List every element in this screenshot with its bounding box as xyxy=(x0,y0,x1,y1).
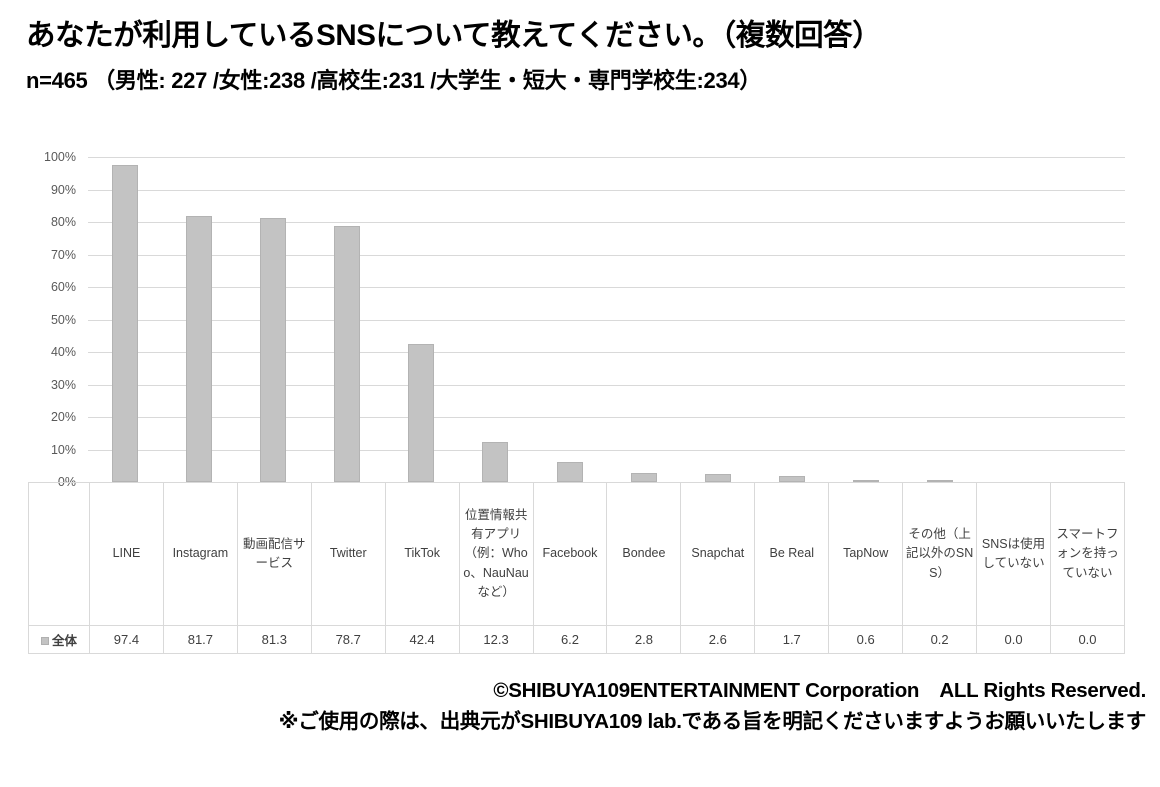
bar-slot xyxy=(88,157,162,482)
bar-slot xyxy=(236,157,310,482)
value-cell: 0.0 xyxy=(1049,625,1126,654)
legend-series-label: 全体 xyxy=(28,625,90,654)
category-label-cell: SNSは使用していない xyxy=(976,482,1051,626)
bar xyxy=(112,165,139,482)
footer-block: ©SHIBUYA109ENTERTAINMENT Corporation ALL… xyxy=(0,676,1147,738)
bar-slot xyxy=(977,157,1051,482)
value-cell: 78.7 xyxy=(310,625,386,654)
bar-slot xyxy=(458,157,532,482)
value-cell: 1.7 xyxy=(754,625,830,654)
y-axis-tick: 20% xyxy=(50,410,76,424)
bar-slot xyxy=(829,157,903,482)
y-axis-tick: 30% xyxy=(50,377,76,392)
category-label-cell: スマートフォンを持っていない xyxy=(1049,482,1126,626)
value-cell: 81.3 xyxy=(236,625,312,654)
bar xyxy=(556,461,583,482)
copyright-line: ©SHIBUYA109ENTERTAINMENT Corporation ALL… xyxy=(493,679,1146,702)
bar xyxy=(408,344,435,482)
y-axis-tick: 10% xyxy=(50,442,76,457)
bar xyxy=(334,226,361,482)
bar-slot xyxy=(755,157,829,482)
value-cell: 81.7 xyxy=(162,625,238,654)
y-axis-tick: 70% xyxy=(50,247,76,262)
y-axis-tick: 80% xyxy=(50,215,76,229)
value-cell: 6.2 xyxy=(532,625,608,654)
bar xyxy=(630,472,657,482)
category-label-cell: 位置情報共有アプリ（例：Whoo、NauNauなど） xyxy=(458,482,534,626)
category-label-cell: Facebook xyxy=(532,482,608,626)
table-row-categories: LINE Instagram 動画配信サービス Twitter TikTok 位置情報共有… xyxy=(28,482,1126,626)
value-cell: 0.2 xyxy=(902,625,978,654)
legend-header-spacer xyxy=(28,482,90,626)
y-axis-tick: 90% xyxy=(50,182,76,197)
chart-plot-region: 0% 10% 20% 30% 40% 50% 60% 70% 80% 90% 100% xyxy=(0,150,1160,489)
bar xyxy=(704,473,731,482)
category-label-cell: 動画配信サービス xyxy=(236,482,312,626)
category-label-cell: Instagram xyxy=(162,482,238,626)
bar-slot xyxy=(1051,157,1125,482)
heading-block: あなたが利用しているSNSについて教えてください。（複数回答） n=465 （男… xyxy=(26,18,1146,95)
y-axis-tick: 60% xyxy=(50,280,76,294)
y-axis: 0% 10% 20% 30% 40% 50% 60% 70% 80% 90% 100% xyxy=(0,150,82,489)
bar-slot xyxy=(162,157,236,482)
category-label-cell: TapNow xyxy=(828,482,904,626)
page-title: あなたが利用しているSNSについて教えてください。（複数回答） xyxy=(26,19,882,52)
value-cell: 12.3 xyxy=(458,625,534,654)
legend-swatch-icon xyxy=(40,637,49,645)
category-label-cell: その他（上記以外のSNS） xyxy=(902,482,978,626)
bar-slot xyxy=(681,157,755,482)
bar-slot xyxy=(310,157,384,482)
bar-slot xyxy=(903,157,977,482)
category-label-cell: LINE xyxy=(89,482,164,626)
plot-area xyxy=(88,157,1125,483)
category-label-cell: Snapchat xyxy=(680,482,756,626)
bar-series xyxy=(88,157,1125,482)
value-cell: 0.0 xyxy=(976,625,1051,654)
category-label-cell: Be Real xyxy=(754,482,830,626)
page-subtitle: n=465 （男性: 227 /女性:238 /高校生:231 /大学生・短大・… xyxy=(26,67,762,93)
value-cell: 0.6 xyxy=(828,625,904,654)
y-axis-tick: 50% xyxy=(50,312,76,327)
table-row-values: 全体 97.4 81.7 81.3 78.7 42.4 12.3 6.2 2.8 2.6 1.7 0… xyxy=(28,625,1126,654)
category-label-cell: TikTok xyxy=(384,482,460,626)
attribution-line: ※ご使用の際は、出典元がSHIBUYA109 lab.である旨を明記くださいます… xyxy=(278,709,1147,733)
bar-slot xyxy=(607,157,681,482)
value-cell: 97.4 xyxy=(89,625,164,654)
value-cell: 2.8 xyxy=(606,625,682,654)
legend-series-text: 全体 xyxy=(51,634,77,648)
y-axis-tick: 100% xyxy=(44,150,76,164)
category-label-cell: Twitter xyxy=(310,482,386,626)
bar xyxy=(260,217,287,482)
value-cell: 2.6 xyxy=(680,625,756,654)
data-table: LINE Instagram 動画配信サービス Twitter TikTok 位置情報共有… xyxy=(28,482,1126,654)
bar xyxy=(482,442,509,482)
bar xyxy=(186,216,213,482)
value-cell: 42.4 xyxy=(384,625,460,654)
y-axis-tick: 40% xyxy=(50,345,76,359)
category-label-cell: Bondee xyxy=(606,482,682,626)
bar-slot xyxy=(384,157,458,482)
bar-slot xyxy=(532,157,606,482)
